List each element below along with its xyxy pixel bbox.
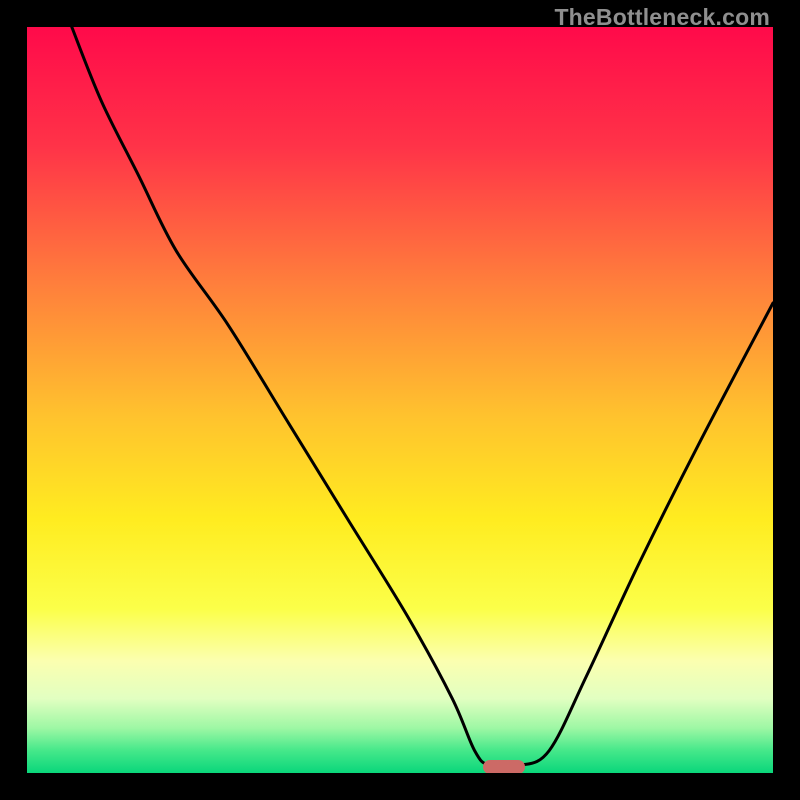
optimal-marker xyxy=(483,760,525,773)
chart-frame: TheBottleneck.com xyxy=(0,0,800,800)
plot-area xyxy=(27,27,773,773)
bottleneck-curve xyxy=(27,27,773,773)
